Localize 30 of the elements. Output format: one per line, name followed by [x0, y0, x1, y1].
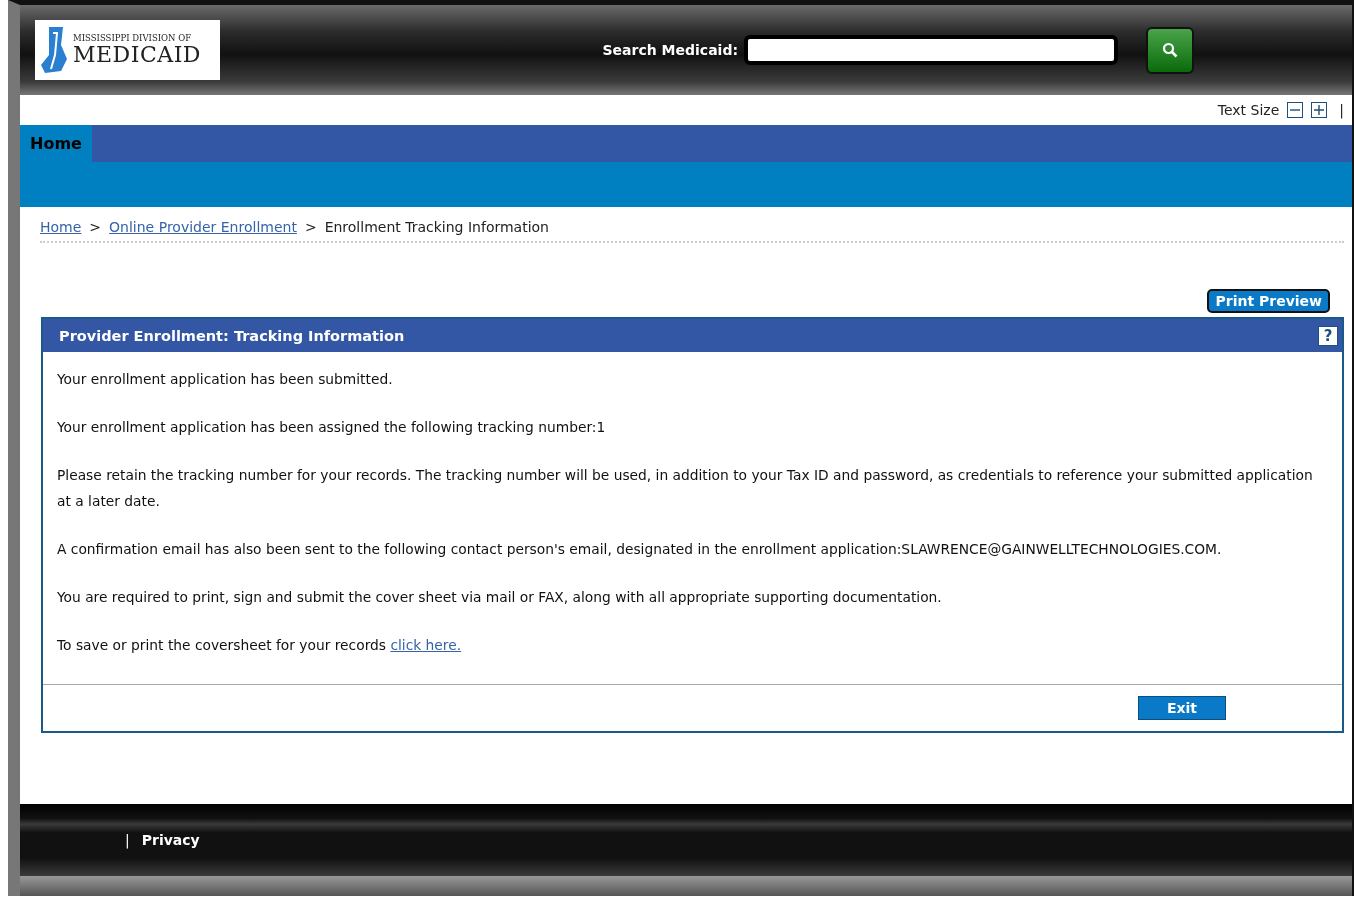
- search-icon: [1162, 42, 1178, 58]
- separator: |: [125, 832, 130, 848]
- logo-text: MISSISSIPPI DIVISION OF: [73, 33, 193, 43]
- nav-tab[interactable]: Home: [20, 125, 92, 162]
- paragraph: You are required to print, sign and submit the cover sheet via mail or FAX, along with all appropriate supporting documentation.: [57, 588, 943, 607]
- decrease-text-icon[interactable]: [1287, 102, 1304, 118]
- print-preview-button[interactable]: Print Preview: [1207, 289, 1330, 313]
- paragraph: Please retain the tracking number for your records. The tracking number will be used, in addition to your Tax ID and password, as credentials to reference your submitted application at a later date.: [57, 466, 1314, 511]
- paragraph: To save or print the coversheet for your records click here.: [57, 636, 463, 655]
- coversheet-link[interactable]: click here.: [390, 637, 462, 653]
- logo-title: MEDICAID: [73, 43, 201, 67]
- breadcrumb-link[interactable]: Home: [40, 219, 82, 235]
- paragraph: Your enrollment application has been submitted.: [57, 370, 394, 389]
- separator: |: [1339, 102, 1344, 118]
- paragraph: Your enrollment application has been assigned the following tracking number:1: [57, 418, 607, 437]
- search-button[interactable]: [1146, 26, 1194, 74]
- search-field[interactable]: [744, 35, 1118, 65]
- breadcrumb-link[interactable]: Online Provider Enrollment: [109, 219, 297, 235]
- panel-title: Provider Enrollment: Tracking Information: [59, 327, 405, 344]
- breadcrumb-current: Enrollment Tracking Information: [324, 219, 549, 235]
- exit-button[interactable]: Exit: [1138, 696, 1226, 720]
- breadcrumb-separator: >: [89, 219, 102, 235]
- logo[interactable]: MISSISSIPPI DIVISION OF MEDICAID: [35, 20, 220, 80]
- search-label: Search Medicaid:: [602, 42, 738, 58]
- paragraph: A confirmation email has also been sent to the following contact person's email, designated in the enrollment application:SLAWRENCE@GAINWELLTECHNOLOGIES.COM.: [57, 540, 1223, 559]
- help-button[interactable]: ?: [1318, 325, 1338, 346]
- breadcrumb-separator: >: [304, 219, 317, 235]
- privacy-link[interactable]: Privacy: [141, 832, 200, 848]
- text-size-label: Text Size: [1217, 102, 1280, 118]
- increase-text-icon[interactable]: [1311, 102, 1328, 118]
